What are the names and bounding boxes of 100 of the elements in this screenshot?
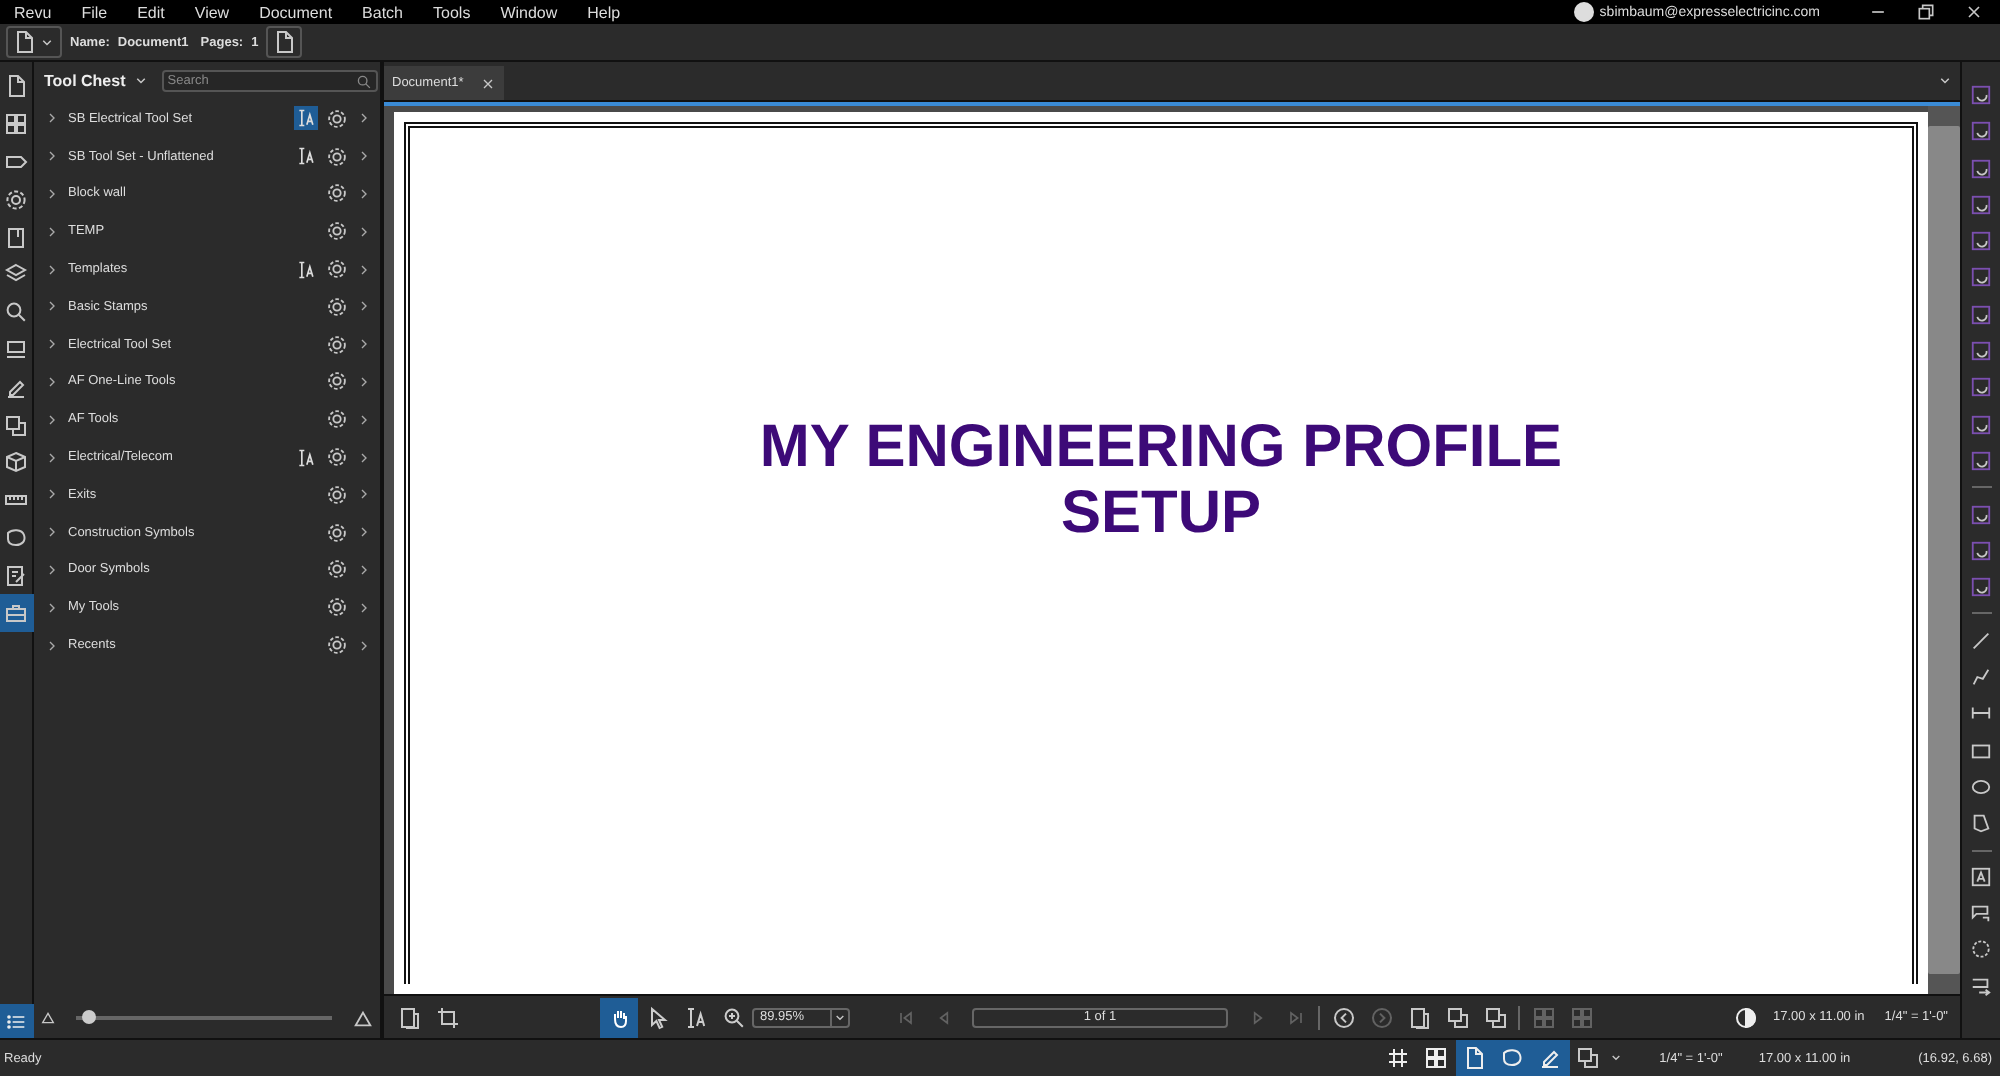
chevron-icon[interactable] [44, 223, 60, 240]
chevron-icon[interactable] [356, 110, 372, 127]
gear-icon[interactable] [326, 370, 348, 393]
measure-tool-icon[interactable] [1970, 266, 1992, 289]
gear-icon[interactable] [326, 107, 348, 130]
chevron-icon[interactable] [356, 261, 372, 278]
gear-icon[interactable] [326, 258, 348, 281]
textbox-tool-icon[interactable] [1970, 865, 1992, 888]
gear-icon[interactable] [326, 220, 348, 243]
chevron-icon[interactable] [356, 599, 372, 616]
chevron-icon[interactable] [356, 298, 372, 315]
measure-tool-icon[interactable] [1970, 576, 1992, 599]
pages-icon[interactable] [1407, 1005, 1431, 1029]
chevron-icon[interactable] [44, 561, 60, 578]
menu-item[interactable]: Window [500, 3, 580, 21]
menu-item[interactable]: Tools [433, 3, 493, 21]
measure-tool-icon[interactable] [1970, 303, 1992, 326]
small-triangle-icon[interactable] [40, 1010, 56, 1026]
measure-tool-icon[interactable] [1970, 413, 1992, 436]
chevron-icon[interactable] [44, 298, 60, 315]
chevron-icon[interactable] [356, 373, 372, 390]
page-button[interactable] [266, 26, 303, 58]
chevron-icon[interactable] [356, 336, 372, 353]
measure-tool-icon[interactable] [1970, 84, 1992, 106]
close-icon[interactable] [1964, 2, 1984, 22]
contrast-icon[interactable] [1733, 1005, 1758, 1029]
markup-mode-button[interactable] [294, 106, 318, 131]
gear-icon[interactable] [326, 295, 348, 318]
ellipse-tool-icon[interactable] [1970, 775, 1992, 798]
crop-icon[interactable] [435, 1005, 459, 1029]
callout-tool-icon[interactable] [1970, 902, 1992, 925]
menu-item[interactable]: Document [259, 3, 355, 21]
gear-icon[interactable] [326, 483, 348, 506]
measure-tool-icon[interactable] [1970, 120, 1992, 143]
pen-toggle[interactable] [1531, 1040, 1570, 1076]
menu-item[interactable]: Revu [14, 3, 74, 21]
measure-tool-icon[interactable] [1970, 539, 1992, 562]
list-view-button[interactable] [0, 1004, 33, 1038]
chevron-icon[interactable] [44, 449, 60, 466]
measure-tool-icon[interactable] [1970, 449, 1992, 472]
chevron-icon[interactable] [44, 486, 60, 503]
toolbox-tab[interactable] [0, 594, 33, 632]
compare-icon[interactable] [1445, 1005, 1469, 1029]
gear-icon[interactable] [326, 446, 348, 469]
gear-icon[interactable] [326, 558, 348, 581]
caret-icon[interactable] [1607, 1050, 1624, 1066]
hand-tool-button[interactable] [600, 997, 638, 1037]
avatar-icon[interactable] [1573, 2, 1594, 22]
chevron-icon[interactable] [44, 148, 60, 165]
chevron-icon[interactable] [44, 336, 60, 353]
chevron-icon[interactable] [44, 411, 60, 428]
poly-tool-icon[interactable] [1970, 666, 1992, 689]
chevron-icon[interactable] [44, 261, 60, 278]
markup-mode-button[interactable] [294, 445, 318, 470]
gear-icon[interactable] [326, 596, 348, 619]
chevron-icon[interactable] [44, 110, 60, 127]
menu-item[interactable]: Help [587, 3, 643, 21]
gear-icon[interactable] [326, 333, 348, 356]
menu-item[interactable]: Edit [137, 3, 187, 21]
gear-icon[interactable] [326, 521, 348, 544]
measure-tool-icon[interactable] [1970, 157, 1992, 180]
document-menu-button[interactable] [6, 26, 62, 58]
measure-tool-icon[interactable] [1970, 193, 1992, 216]
menu-item[interactable]: File [81, 3, 130, 21]
chevron-icon[interactable] [356, 561, 372, 578]
chevron-icon[interactable] [356, 411, 372, 428]
rect-tool-icon[interactable] [1970, 739, 1992, 762]
line-tool-icon[interactable] [1970, 629, 1992, 652]
scroll-bar[interactable] [1928, 126, 1960, 974]
measure-tool-icon[interactable] [1970, 340, 1992, 363]
chevron-icon[interactable] [44, 599, 60, 616]
arrowbox-tool-icon[interactable] [1970, 975, 1992, 998]
cloud-tool-icon[interactable] [1970, 938, 1992, 961]
markup-mode-button[interactable] [294, 257, 318, 282]
menu-item[interactable]: Batch [362, 3, 426, 21]
chevron-icon[interactable] [44, 373, 60, 390]
dim-tool-icon[interactable] [1970, 702, 1992, 725]
large-triangle-icon[interactable] [352, 1007, 374, 1029]
chevron-icon[interactable] [44, 185, 60, 202]
slider-thumb[interactable] [82, 1010, 97, 1024]
chevron-icon[interactable] [356, 486, 372, 503]
menu-item[interactable]: View [194, 3, 252, 21]
chevron-icon[interactable] [44, 637, 60, 654]
gear-icon[interactable] [326, 145, 348, 168]
chevron-icon[interactable] [356, 449, 372, 466]
chevron-icon[interactable] [356, 637, 372, 654]
polygon-tool-icon[interactable] [1970, 812, 1992, 835]
chevron-icon[interactable] [44, 524, 60, 541]
gear-icon[interactable] [326, 182, 348, 205]
compare-icon[interactable] [1483, 1005, 1507, 1029]
gear-icon[interactable] [326, 408, 348, 431]
chevron-icon[interactable] [356, 524, 372, 541]
chevron-icon[interactable] [356, 185, 372, 202]
markup-mode-button[interactable] [294, 144, 318, 169]
chevron-icon[interactable] [356, 223, 372, 240]
chevron-icon[interactable] [356, 148, 372, 165]
gear-icon[interactable] [326, 634, 348, 657]
panel-title[interactable]: Tool Chest [44, 72, 126, 90]
measure-tool-icon[interactable] [1970, 230, 1992, 253]
restore-icon[interactable] [1916, 2, 1936, 22]
